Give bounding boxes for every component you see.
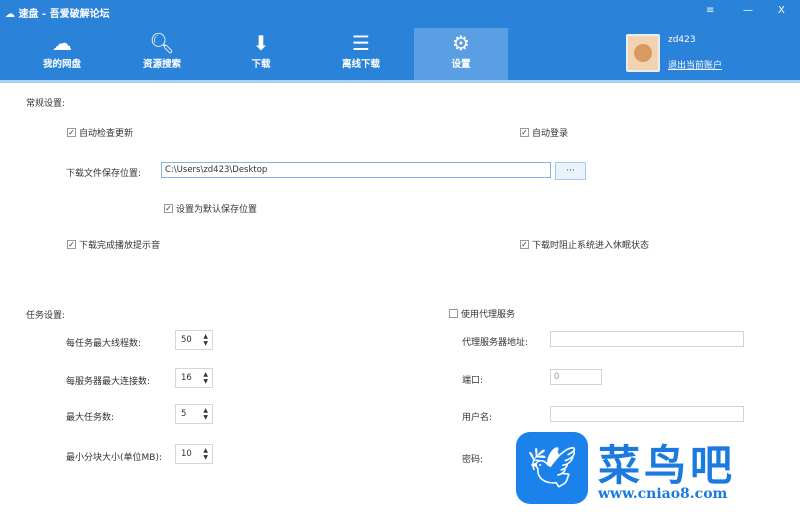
browse-button[interactable]: ··· [555,162,586,180]
use-proxy-checkbox[interactable]: 使用代理服务 [449,307,515,320]
set-default-checkbox[interactable]: ✓ 设置为默认保存位置 [164,202,257,215]
max-threads-stepper[interactable]: 50 ▲ ▼ [175,330,213,350]
check-icon: ✓ [520,240,529,249]
general-settings-title: 常规设置: [26,99,66,109]
max-threads-label: 每任务最大线程数: [66,339,142,349]
stepper-arrows-icon[interactable]: ▲ ▼ [203,447,208,461]
download-icon: ⬇ [252,31,270,55]
minimize-button[interactable]: — [743,5,753,16]
password-label: 密码: [462,455,484,465]
close-button[interactable]: X [778,5,785,16]
username-label: 用户名: [462,413,493,423]
menu-button[interactable]: ≡ [706,5,714,16]
prevent-sleep-checkbox[interactable]: ✓ 下载时阻止系统进入休眠状态 [520,238,649,251]
auto-update-checkbox[interactable]: ✓ 自动检查更新 [67,126,133,139]
max-connections-stepper[interactable]: 16 ▲ ▼ [175,368,213,388]
stepper-arrows-icon[interactable]: ▲ ▼ [203,333,208,347]
tab-download[interactable]: ⬇ 下载 [214,28,308,80]
header-divider [0,80,800,83]
window-title: ☁ 速盘 - 吾爱破解论坛 [5,9,110,20]
tab-my-disk[interactable]: ☁ 我的网盘 [15,28,109,80]
play-sound-checkbox[interactable]: ✓ 下载完成播放提示音 [67,238,160,251]
max-tasks-label: 最大任务数: [66,413,115,423]
save-path-input[interactable]: C:\Users\zd423\Desktop [161,162,551,178]
cloud-icon: ☁ [52,31,72,55]
watermark-url: www.cniao8.com [598,486,728,502]
check-icon: ✓ [67,128,76,137]
username-input[interactable] [550,406,744,422]
min-chunk-stepper[interactable]: 10 ▲ ▼ [175,444,213,464]
proxy-address-label: 代理服务器地址: [462,338,529,348]
stepper-arrows-icon[interactable]: ▲ ▼ [203,407,208,421]
proxy-address-input[interactable] [550,331,744,347]
search-icon: 🔍︎ [149,31,175,55]
check-icon: ✓ [164,204,173,213]
logout-link[interactable]: 退出当前账户 [668,58,722,71]
check-icon: ✓ [520,128,529,137]
task-settings-title: 任务设置: [26,311,66,321]
check-icon: ✓ [67,240,76,249]
max-connections-label: 每服务器最大连接数: [66,377,151,387]
username: zd423 [668,35,696,45]
tab-offline-download[interactable]: ☰ 离线下载 [314,28,408,80]
header: ☁ 速盘 - 吾爱破解论坛 ≡ — X ☁ 我的网盘 🔍︎ 资源搜索 ⬇ 下载 ☰ 离线… [0,0,800,80]
stepper-arrows-icon[interactable]: ▲ ▼ [203,371,208,385]
port-input[interactable]: 0 [550,369,602,385]
avatar[interactable] [626,34,660,72]
list-icon: ☰ [352,31,370,55]
tab-resource-search[interactable]: 🔍︎ 资源搜索 [115,28,209,80]
gear-icon: ⚙ [452,31,470,55]
max-tasks-stepper[interactable]: 5 ▲ ▼ [175,404,213,424]
save-path-label: 下载文件保存位置: [66,169,142,179]
auto-login-checkbox[interactable]: ✓ 自动登录 [520,126,568,139]
tab-settings[interactable]: ⚙ 设置 [414,28,508,80]
watermark-logo-icon: 🕊︎ [516,432,588,504]
min-chunk-label: 最小分块大小(单位MB): [66,453,162,463]
port-label: 端口: [462,376,484,386]
watermark-name: 菜鸟吧 [598,441,737,490]
